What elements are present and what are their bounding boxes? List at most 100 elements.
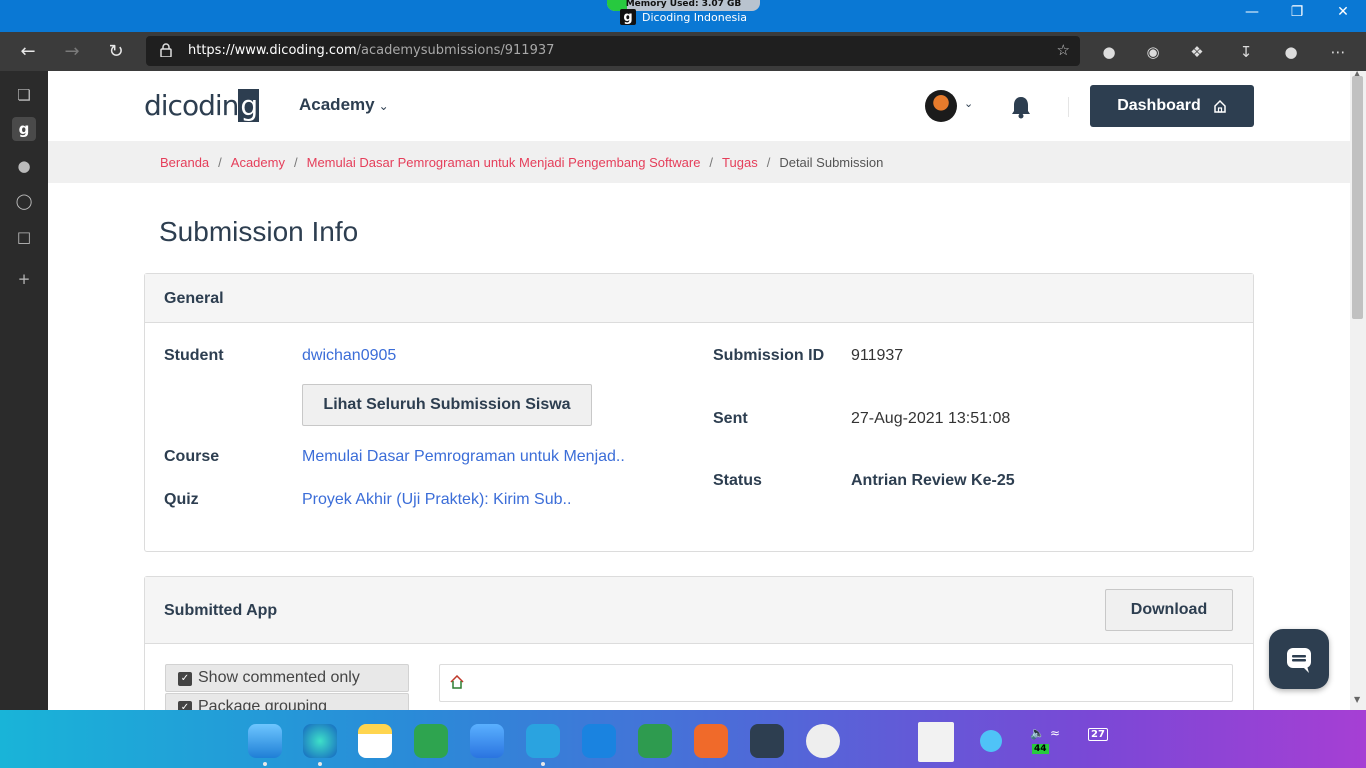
- drop-icon[interactable]: ●: [12, 154, 36, 178]
- general-card: General Student dwichan0905 Lihat Seluru…: [144, 273, 1254, 552]
- submitted-app-card: Submitted App Download ✓ Show commented …: [144, 576, 1254, 710]
- dashboard-button[interactable]: Dashboard: [1090, 85, 1254, 127]
- back-icon[interactable]: ←: [16, 40, 40, 64]
- quiz-link[interactable]: Proyek Akhir (Uji Praktek): Kirim Sub..: [302, 491, 571, 509]
- taskbar-dock: 🔈 44 ≈ 27: [0, 710, 1366, 768]
- finder-icon[interactable]: [248, 724, 282, 758]
- breadcrumb: Beranda / Academy / Memulai Dasar Pemrograma…: [48, 141, 1350, 183]
- running-indicator: [263, 762, 267, 766]
- battery-indicator: 44: [1032, 744, 1049, 754]
- favorites-add-icon[interactable]: ☆: [1057, 41, 1070, 59]
- breadcrumb-separator: /: [293, 155, 298, 170]
- dicoding-app-icon: g: [620, 9, 636, 25]
- notification-bell-icon[interactable]: [1010, 95, 1032, 119]
- scrollbar-thumb[interactable]: [1352, 76, 1363, 319]
- android-studio-icon[interactable]: [638, 724, 672, 758]
- dicoding-logo[interactable]: dicoding: [144, 89, 260, 122]
- view-all-submissions-button[interactable]: Lihat Seluruh Submission Siswa: [302, 384, 592, 426]
- dashboard-button-label: Dashboard: [1117, 97, 1201, 114]
- checkbox-checked-icon[interactable]: ✓: [178, 672, 192, 686]
- sent-label: Sent: [713, 410, 748, 427]
- breadcrumb-beranda[interactable]: Beranda: [160, 155, 209, 170]
- breadcrumb-academy[interactable]: Academy: [231, 155, 285, 170]
- safari-icon[interactable]: [980, 730, 1002, 752]
- dicoding-tab-icon[interactable]: g: [12, 117, 36, 141]
- drive-icon[interactable]: [750, 724, 784, 758]
- logo-g: g: [238, 89, 260, 122]
- site-header: dicoding Academy ⌄ ⌄ Dashboard: [48, 71, 1350, 141]
- package-grouping-label: Package grouping: [198, 698, 327, 710]
- extensions-puzzle-icon[interactable]: ❖: [1186, 41, 1208, 63]
- add-icon[interactable]: +: [12, 267, 36, 291]
- edge-icon[interactable]: [303, 724, 337, 758]
- onedrive-icon[interactable]: [582, 724, 616, 758]
- chevron-down-icon[interactable]: ⌄: [964, 97, 973, 110]
- download-button[interactable]: Download: [1105, 589, 1233, 631]
- github-icon[interactable]: ◯: [12, 189, 36, 213]
- breadcrumb-tugas[interactable]: Tugas: [722, 155, 758, 170]
- address-bar[interactable]: https://www.dicoding.com/academysubmissi…: [146, 36, 1080, 66]
- browser-sidebar: ❏ g ● ◯ □ +: [0, 71, 48, 710]
- submission-id-label: Submission ID: [713, 347, 825, 364]
- sent-value: 27-Aug-2021 13:51:08: [851, 410, 1011, 427]
- url-host: https://www.dicoding.com: [188, 43, 357, 58]
- breadcrumb-current: Detail Submission: [779, 155, 884, 170]
- submission-id-value: 911937: [851, 347, 904, 364]
- volume-icon[interactable]: 🔈: [1030, 726, 1045, 740]
- document-icon[interactable]: □: [12, 225, 36, 249]
- student-label: Student: [164, 347, 224, 364]
- status-label: Status: [713, 472, 762, 489]
- extension-icon[interactable]: ◉: [1142, 41, 1164, 63]
- extension-icon[interactable]: ●: [1098, 41, 1120, 63]
- breadcrumb-separator: /: [766, 155, 771, 170]
- calendar-date[interactable]: 27: [1088, 728, 1108, 741]
- minimize-button[interactable]: —: [1237, 4, 1267, 20]
- breadcrumb-course[interactable]: Memulai Dasar Pemrograman untuk Menjadi …: [307, 155, 701, 170]
- home-icon: [1214, 99, 1226, 113]
- course-link[interactable]: Memulai Dasar Pemrograman untuk Menjad..: [302, 448, 625, 466]
- quiz-label: Quiz: [164, 491, 199, 508]
- notes-icon[interactable]: [358, 724, 392, 758]
- telegram-icon[interactable]: [526, 724, 560, 758]
- status-value: Antrian Review Ke-25: [851, 472, 1015, 489]
- file-path-bar: [439, 664, 1233, 702]
- word-icon[interactable]: [918, 722, 954, 762]
- chat-button[interactable]: [1269, 629, 1329, 689]
- user-avatar[interactable]: [925, 90, 957, 122]
- show-commented-only-toggle[interactable]: ✓ Show commented only: [165, 664, 409, 692]
- pen-icon[interactable]: [694, 724, 728, 758]
- url-text: https://www.dicoding.com/academysubmissi…: [188, 43, 554, 58]
- tab-actions-icon[interactable]: ❏: [12, 83, 36, 107]
- home-icon[interactable]: [450, 675, 464, 689]
- page-title: Submission Info: [159, 216, 359, 247]
- more-icon[interactable]: ⋯: [1327, 41, 1349, 63]
- url-path: /academysubmissions/911937: [356, 43, 555, 58]
- package-grouping-toggle[interactable]: ✓ Package grouping: [165, 693, 409, 710]
- refresh-icon[interactable]: ↻: [104, 40, 128, 64]
- clock-icon[interactable]: [806, 724, 840, 758]
- page-scrollbar[interactable]: ▲ ▼: [1350, 69, 1366, 710]
- close-window-button[interactable]: ✕: [1328, 4, 1358, 20]
- window-title: g Dicoding Indonesia: [620, 9, 747, 25]
- web-page: dicoding Academy ⌄ ⌄ Dashboard Beranda / Ac…: [48, 71, 1350, 710]
- show-commented-only-label: Show commented only: [198, 669, 360, 686]
- profile-icon[interactable]: ●: [1280, 41, 1302, 63]
- wifi-icon[interactable]: ≈: [1050, 726, 1060, 740]
- chat-icon: [1287, 648, 1311, 673]
- running-indicator: [318, 762, 322, 766]
- running-indicator: [541, 762, 545, 766]
- window-title-text: Dicoding Indonesia: [642, 10, 747, 24]
- header-divider: [1068, 97, 1069, 117]
- academy-menu[interactable]: Academy ⌄: [299, 95, 389, 115]
- chevron-down-icon: ⌄: [378, 99, 389, 113]
- student-link[interactable]: dwichan0905: [302, 347, 396, 365]
- general-card-heading: General: [145, 274, 1253, 323]
- downloads-icon[interactable]: ↧: [1235, 41, 1257, 63]
- lock-icon: [160, 43, 172, 57]
- mail-icon[interactable]: [470, 724, 504, 758]
- scroll-down-icon[interactable]: ▼: [1354, 695, 1360, 704]
- forward-icon[interactable]: →: [60, 40, 84, 64]
- facetime-icon[interactable]: [414, 724, 448, 758]
- checkbox-checked-icon[interactable]: ✓: [178, 701, 192, 710]
- restore-button[interactable]: ❐: [1282, 4, 1312, 20]
